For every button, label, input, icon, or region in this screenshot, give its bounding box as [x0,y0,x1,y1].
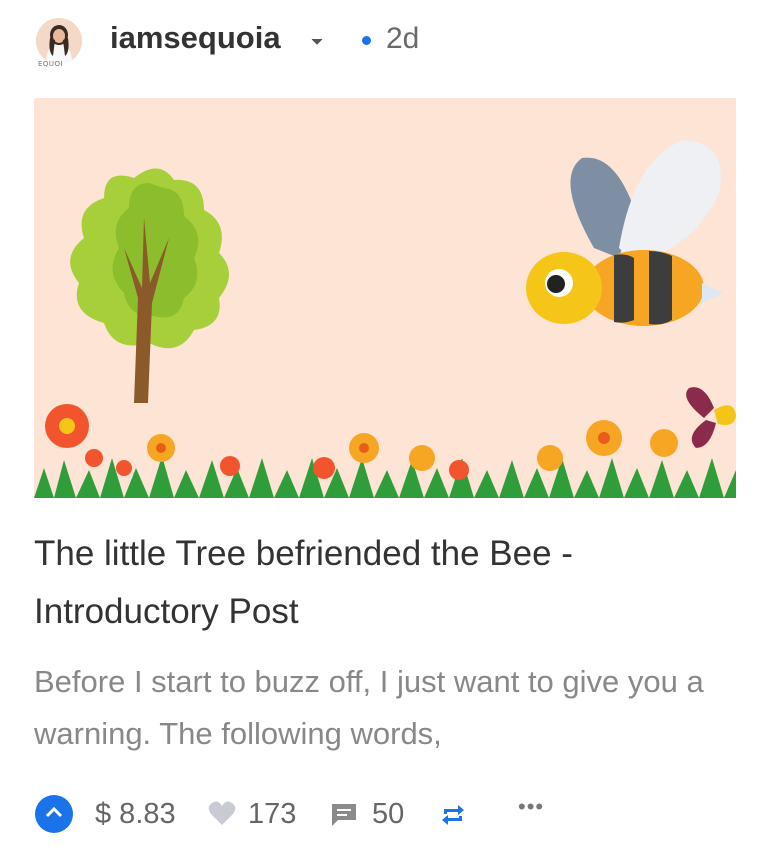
bee-illustration [526,140,724,326]
comment-count[interactable]: 50 [372,798,404,831]
post-actions: $ 8.83 173 50 ••• [0,790,770,840]
avatar[interactable] [36,18,82,64]
avatar-label: EQUOI [38,60,64,68]
chevron-up-icon [45,805,63,823]
reblog-icon[interactable] [440,804,466,831]
post-age: 2d [386,22,420,55]
payout-value[interactable]: $ 8.83 [95,798,176,831]
grass-illustration [34,456,736,498]
chevron-down-icon[interactable] [310,34,324,52]
butterfly-illustration [686,387,736,448]
upvote-button[interactable] [35,795,73,833]
post-header: EQUOI iamsequoia 2d [0,0,770,90]
comment-icon[interactable] [330,802,358,833]
dot-separator [362,36,371,45]
vote-count[interactable]: 173 [248,798,296,831]
tree-illustration [70,168,229,403]
post-excerpt[interactable]: Before I start to buzz off, I just want … [34,656,734,760]
heart-icon[interactable] [208,800,236,831]
post-title[interactable]: The little Tree befriended the Bee - Int… [34,525,734,641]
author-name[interactable]: iamsequoia [110,20,281,56]
more-icon[interactable]: ••• [518,794,544,820]
post-image[interactable] [34,98,736,498]
